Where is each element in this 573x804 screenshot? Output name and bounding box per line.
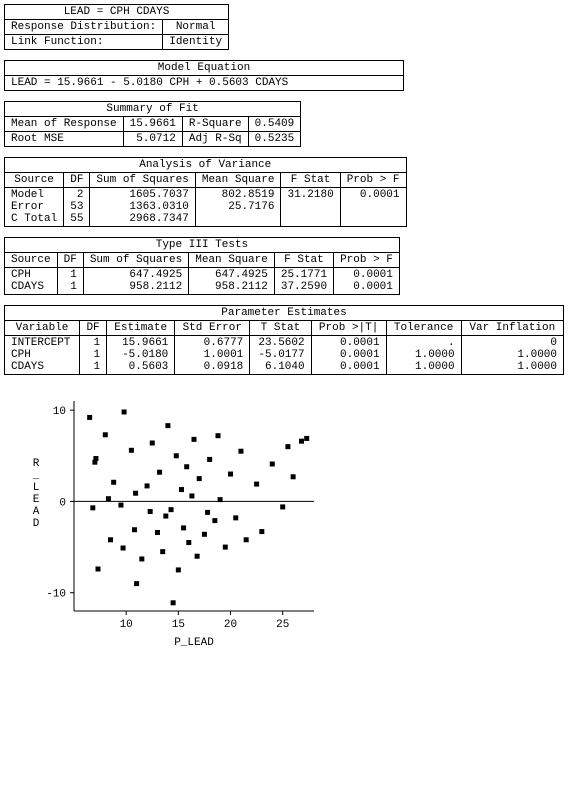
header-table: LEAD = CPH CDAYS Response Distribution: … [4, 4, 229, 50]
col-header: F Stat [274, 253, 333, 268]
table-cell: 23.5602-5.01776.1040 [250, 336, 311, 375]
params-table: Parameter EstimatesVariableDFEstimateStd… [4, 305, 564, 375]
table-cell: 0.00010.0001 [334, 268, 400, 295]
table-title: Analysis of Variance [5, 158, 407, 173]
table-cell: 647.4925958.2112 [189, 268, 275, 295]
col-header: DF [57, 253, 83, 268]
table-cell: 647.4925958.2112 [83, 268, 188, 295]
sum-l2d: 0.5235 [248, 132, 301, 147]
table-cell: 15.9661-5.01800.5603 [107, 336, 175, 375]
link-label: Link Function: [5, 35, 163, 50]
col-header: Sum of Squares [90, 173, 195, 188]
col-header: DF [80, 321, 107, 336]
type3-table: Type III TestsSourceDFSum of SquaresMean… [4, 237, 400, 295]
col-header: Var Inflation [461, 321, 563, 336]
svg-text:A: A [33, 506, 40, 518]
svg-text:D: D [33, 518, 40, 530]
table-cell: .1.00001.0000 [386, 336, 461, 375]
svg-text:P_LEAD: P_LEAD [174, 637, 214, 649]
col-header: Std Error [175, 321, 250, 336]
dist-value: Normal [163, 20, 229, 35]
dist-label: Response Distribution: [5, 20, 163, 35]
summary-title: Summary of Fit [5, 102, 301, 117]
table-cell: 0.0001 [340, 188, 406, 227]
col-header: Mean Square [195, 173, 281, 188]
table-cell: 1605.70371363.03102968.7347 [90, 188, 195, 227]
col-header: T Stat [250, 321, 311, 336]
svg-text:L: L [33, 482, 40, 494]
sum-l1a: Mean of Response [5, 117, 124, 132]
svg-text:E: E [33, 494, 40, 506]
table-cell: 11 [57, 268, 83, 295]
svg-text:_: _ [32, 470, 40, 482]
svg-text:20: 20 [224, 619, 237, 631]
col-header: Estimate [107, 321, 175, 336]
col-header: Variable [5, 321, 80, 336]
col-header: Source [5, 173, 64, 188]
col-header: DF [64, 173, 90, 188]
svg-text:15: 15 [172, 619, 185, 631]
svg-text:-10: -10 [46, 589, 66, 601]
table-cell: 25.177137.2590 [274, 268, 333, 295]
table-cell: INTERCEPTCPHCDAYS [5, 336, 80, 375]
table-cell: CPHCDAYS [5, 268, 58, 295]
model-eq-text: LEAD = 15.9661 - 5.0180 CPH + 0.5603 CDA… [5, 76, 404, 91]
col-header: Tolerance [386, 321, 461, 336]
table-cell: 802.851925.7176 [195, 188, 281, 227]
residual-scatter: -10 0 10 10 15 20 25 R_LEAD P_LEAD [24, 391, 573, 651]
col-header: Prob > F [340, 173, 406, 188]
summary-table: Summary of Fit Mean of Response 15.9661 … [4, 101, 301, 147]
table-cell: 31.2180 [281, 188, 340, 227]
table-cell: 0.00010.00010.0001 [311, 336, 386, 375]
sum-l2a: Root MSE [5, 132, 124, 147]
col-header: Prob > F [334, 253, 400, 268]
svg-text:10: 10 [120, 619, 133, 631]
svg-text:R: R [33, 458, 40, 470]
col-header: Sum of Squares [83, 253, 188, 268]
table-cell: 0.67771.00010.0918 [175, 336, 250, 375]
sum-l1b: 15.9661 [123, 117, 182, 132]
sum-l2c: Adj R-Sq [182, 132, 248, 147]
table-cell: ModelErrorC Total [5, 188, 64, 227]
table-cell: 01.00001.0000 [461, 336, 563, 375]
sum-l2b: 5.0712 [123, 132, 182, 147]
table-title: Parameter Estimates [5, 306, 564, 321]
col-header: Mean Square [189, 253, 275, 268]
col-header: F Stat [281, 173, 340, 188]
link-value: Identity [163, 35, 229, 50]
model-eq-title: Model Equation [5, 61, 404, 76]
svg-text:10: 10 [53, 406, 66, 418]
table-cell: 111 [80, 336, 107, 375]
model-eq-table: Model Equation LEAD = 15.9661 - 5.0180 C… [4, 60, 404, 91]
sum-l1d: 0.5409 [248, 117, 301, 132]
sum-l1c: R-Square [182, 117, 248, 132]
header-line1: LEAD = CPH CDAYS [5, 5, 229, 20]
col-header: Source [5, 253, 58, 268]
col-header: Prob >|T| [311, 321, 386, 336]
anova-table: Analysis of VarianceSourceDFSum of Squar… [4, 157, 407, 227]
svg-text:0: 0 [59, 497, 66, 509]
svg-text:25: 25 [276, 619, 289, 631]
table-cell: 25355 [64, 188, 90, 227]
table-title: Type III Tests [5, 238, 400, 253]
